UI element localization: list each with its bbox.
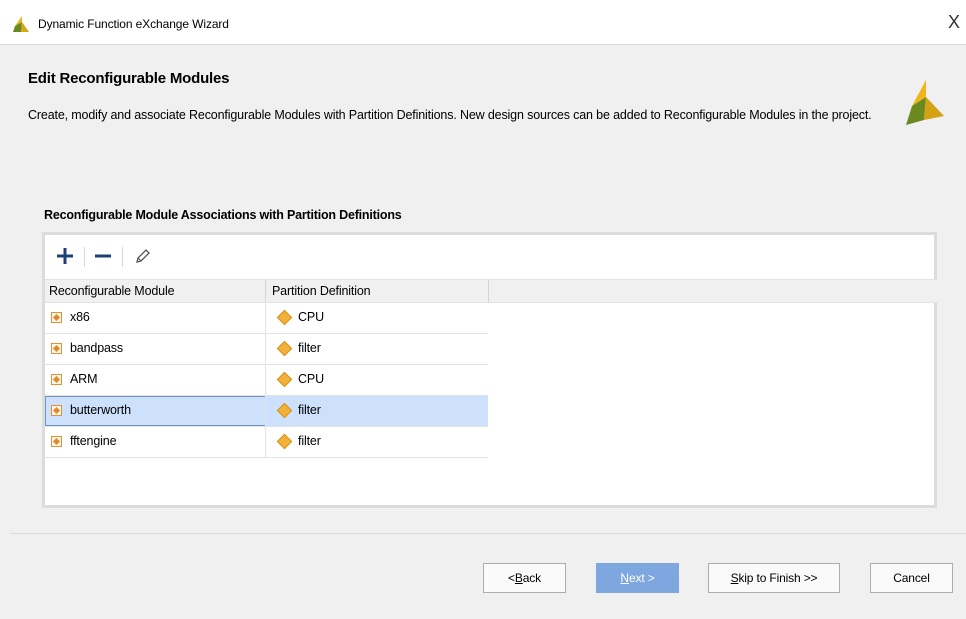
remove-icon[interactable] bbox=[93, 246, 113, 266]
module-name: bandpass bbox=[70, 341, 124, 355]
next-button[interactable]: Next > bbox=[596, 563, 679, 593]
partition-icon bbox=[276, 340, 293, 357]
partition-icon bbox=[276, 371, 293, 388]
partition-icon bbox=[276, 402, 293, 419]
footer-divider bbox=[10, 533, 966, 534]
page-title: Edit Reconfigurable Modules bbox=[28, 70, 230, 87]
table-row[interactable]: fftengine filter bbox=[45, 427, 488, 458]
back-label-mnemonic: B bbox=[514, 571, 523, 585]
module-name: fftengine bbox=[70, 434, 117, 448]
partition-icon bbox=[276, 309, 293, 326]
section-label: Reconfigurable Module Associations with … bbox=[44, 208, 402, 222]
module-icon bbox=[51, 436, 62, 447]
column-divider[interactable] bbox=[488, 280, 489, 302]
module-icon bbox=[51, 312, 62, 323]
table-row[interactable]: ARM CPU bbox=[45, 365, 488, 396]
toolbar-divider bbox=[84, 247, 85, 267]
associations-panel: Reconfigurable Module Partition Definiti… bbox=[42, 232, 937, 508]
next-label-rest: ext > bbox=[628, 571, 655, 585]
partition-name: filter bbox=[298, 403, 321, 417]
edit-icon[interactable] bbox=[133, 246, 153, 266]
partition-name: CPU bbox=[298, 372, 324, 386]
table-toolbar bbox=[45, 235, 934, 279]
module-icon bbox=[51, 405, 62, 416]
skip-label-mnemonic: S bbox=[730, 571, 739, 585]
cancel-button[interactable]: Cancel bbox=[870, 563, 953, 593]
partition-name: filter bbox=[298, 434, 321, 448]
cell-divider bbox=[265, 303, 266, 333]
table-header: Reconfigurable Module Partition Definiti… bbox=[45, 279, 937, 303]
toolbar-divider bbox=[122, 247, 123, 267]
back-label-prefix: < bbox=[508, 571, 515, 585]
module-icon bbox=[51, 343, 62, 354]
cell-divider bbox=[265, 334, 266, 364]
app-logo-icon bbox=[13, 16, 29, 32]
module-name: ARM bbox=[70, 372, 98, 386]
module-name: butterworth bbox=[70, 403, 131, 417]
back-label-rest: ack bbox=[522, 571, 541, 585]
cell-divider bbox=[265, 365, 266, 395]
partition-icon bbox=[276, 433, 293, 450]
next-label-mnemonic: N bbox=[620, 571, 629, 585]
cell-divider bbox=[265, 427, 266, 457]
page-description: Create, modify and associate Reconfigura… bbox=[28, 108, 872, 122]
add-icon[interactable] bbox=[55, 246, 75, 266]
partition-name: filter bbox=[298, 341, 321, 355]
close-button[interactable]: X bbox=[948, 12, 960, 32]
column-header-module[interactable]: Reconfigurable Module bbox=[49, 284, 175, 298]
window-title: Dynamic Function eXchange Wizard bbox=[38, 17, 229, 31]
cell-divider bbox=[265, 396, 266, 426]
vivado-logo-icon bbox=[906, 80, 944, 125]
skip-to-finish-button[interactable]: Skip to Finish >> bbox=[708, 563, 840, 593]
partition-name: CPU bbox=[298, 310, 324, 324]
table-row[interactable]: bandpass filter bbox=[45, 334, 488, 365]
module-name: x86 bbox=[70, 310, 90, 324]
module-icon bbox=[51, 374, 62, 385]
title-bar: Dynamic Function eXchange Wizard X bbox=[0, 0, 966, 45]
skip-label-rest: kip to Finish >> bbox=[738, 571, 818, 585]
table-row-selected[interactable]: butterworth filter bbox=[45, 396, 488, 427]
column-header-partition[interactable]: Partition Definition bbox=[272, 284, 371, 298]
table-row[interactable]: x86 CPU bbox=[45, 303, 488, 334]
column-divider[interactable] bbox=[265, 280, 266, 302]
module-table: Reconfigurable Module Partition Definiti… bbox=[45, 279, 937, 458]
back-button[interactable]: < Back bbox=[483, 563, 566, 593]
